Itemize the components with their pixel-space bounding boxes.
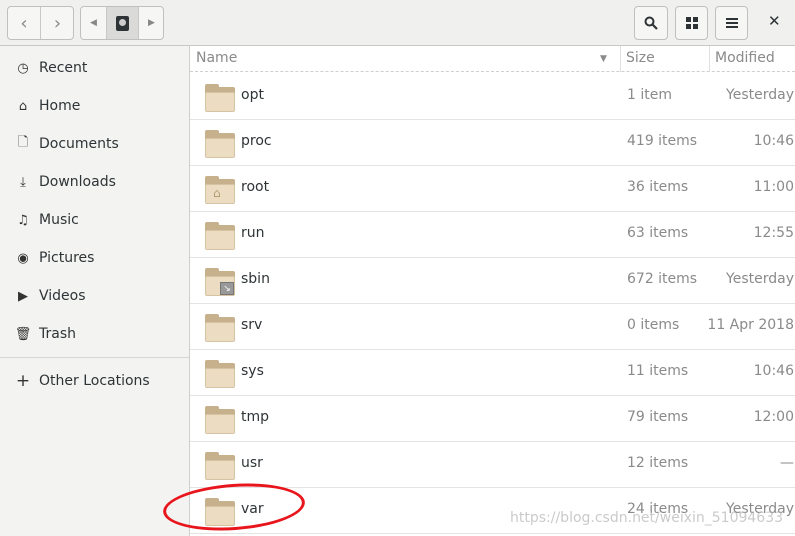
history-nav: ‹ › bbox=[7, 6, 74, 40]
path-right-arrow-icon[interactable]: ▶ bbox=[139, 7, 164, 39]
file-row[interactable]: ↘ sbin 672 items Yesterday bbox=[190, 258, 795, 304]
grid-icon bbox=[685, 17, 698, 29]
file-size: 0 items bbox=[627, 317, 680, 333]
file-modified: Yesterday bbox=[726, 87, 794, 103]
close-button[interactable]: ✕ bbox=[768, 12, 781, 30]
file-name: run bbox=[241, 225, 265, 241]
video-icon: ▶ bbox=[18, 288, 28, 304]
file-name: root bbox=[241, 179, 270, 195]
file-modified: 10:46 bbox=[753, 363, 794, 379]
sidebar-item-label: Home bbox=[39, 98, 81, 114]
sort-down-icon[interactable]: ▼ bbox=[600, 54, 607, 64]
file-modified: Yesterday bbox=[726, 271, 794, 287]
drive-icon bbox=[116, 15, 129, 31]
sidebar-item-home[interactable]: ⌂ Home bbox=[0, 88, 189, 124]
home-icon: ⌂ bbox=[18, 98, 28, 114]
folder-icon: ⌂ bbox=[205, 176, 235, 204]
sidebar-item-pictures[interactable]: ◉ Pictures bbox=[0, 240, 189, 276]
file-modified: 12:55 bbox=[753, 225, 794, 241]
view-toggle-button[interactable] bbox=[675, 6, 708, 40]
sidebar-item-label: Pictures bbox=[39, 250, 95, 266]
sidebar-item-other-locations[interactable]: + Other Locations bbox=[0, 363, 189, 399]
sidebar-item-recent[interactable]: ◷ Recent bbox=[0, 50, 189, 86]
sidebar-item-music[interactable]: ♫ Music bbox=[0, 202, 189, 238]
file-name: opt bbox=[241, 87, 264, 103]
file-name: srv bbox=[241, 317, 263, 333]
sidebar-item-label: Documents bbox=[39, 136, 119, 152]
back-button[interactable]: ‹ bbox=[8, 7, 41, 39]
folder-icon bbox=[205, 452, 235, 480]
sidebar-item-label: Music bbox=[39, 212, 79, 228]
search-icon bbox=[644, 16, 658, 30]
folder-icon bbox=[205, 406, 235, 434]
forward-button[interactable]: › bbox=[41, 7, 74, 39]
file-size: 79 items bbox=[627, 409, 689, 425]
sidebar-item-documents[interactable]: 🗋 Documents bbox=[0, 126, 189, 162]
file-row[interactable]: sys 11 items 10:46 bbox=[190, 350, 795, 396]
sidebar-item-label: Other Locations bbox=[39, 373, 150, 389]
file-modified: 11:00 bbox=[753, 179, 794, 195]
file-row[interactable]: run 63 items 12:55 bbox=[190, 212, 795, 258]
download-icon: ⤓ bbox=[20, 174, 26, 190]
symlink-emblem-icon: ↘ bbox=[220, 282, 234, 295]
folder-icon bbox=[205, 130, 235, 158]
hamburger-icon bbox=[725, 18, 738, 28]
file-row[interactable]: ⌂ root 36 items 11:00 bbox=[190, 166, 795, 212]
file-size: 63 items bbox=[627, 225, 689, 241]
file-size: 419 items bbox=[627, 133, 698, 149]
column-modified[interactable]: Modified bbox=[715, 50, 775, 66]
file-name: proc bbox=[241, 133, 272, 149]
sidebar-item-videos[interactable]: ▶ Videos bbox=[0, 278, 189, 314]
file-name: sys bbox=[241, 363, 264, 379]
sidebar-item-label: Videos bbox=[39, 288, 86, 304]
file-modified: 10:46 bbox=[753, 133, 794, 149]
column-size[interactable]: Size bbox=[626, 50, 655, 66]
file-modified: — bbox=[780, 455, 794, 471]
folder-icon bbox=[205, 314, 235, 342]
folder-icon bbox=[205, 84, 235, 112]
sidebar-item-trash[interactable]: 🗑 Trash bbox=[0, 316, 189, 352]
sidebar: ◷ Recent ⌂ Home 🗋 Documents ⤓ Downloads ♫ Mus… bbox=[0, 46, 190, 536]
sidebar-item-downloads[interactable]: ⤓ Downloads bbox=[0, 164, 189, 200]
path-root-button[interactable] bbox=[106, 7, 139, 39]
file-name: usr bbox=[241, 455, 263, 471]
file-size: 1 item bbox=[627, 87, 672, 103]
folder-icon bbox=[205, 222, 235, 250]
document-icon: 🗋 bbox=[17, 135, 29, 150]
column-name[interactable]: Name bbox=[196, 50, 237, 66]
file-name: sbin bbox=[241, 271, 270, 287]
file-row[interactable]: srv 0 items 11 Apr 2018 bbox=[190, 304, 795, 350]
path-bar: ◀ ▶ bbox=[80, 6, 164, 40]
plus-icon: + bbox=[15, 371, 31, 391]
file-row[interactable]: opt 1 item Yesterday bbox=[190, 74, 795, 120]
folder-icon bbox=[205, 360, 235, 388]
file-name: tmp bbox=[241, 409, 270, 425]
file-size: 36 items bbox=[627, 179, 689, 195]
file-row[interactable]: proc 419 items 10:46 bbox=[190, 120, 795, 166]
file-row[interactable]: tmp 79 items 12:00 bbox=[190, 396, 795, 442]
music-icon: ♫ bbox=[17, 212, 29, 228]
search-button[interactable] bbox=[634, 6, 668, 40]
sidebar-separator bbox=[0, 357, 189, 358]
trash-icon: 🗑 bbox=[14, 326, 32, 342]
watermark: https://blog.csdn.net/weixin_51094633 bbox=[510, 510, 784, 526]
file-row[interactable]: usr 12 items — bbox=[190, 442, 795, 488]
sidebar-item-label: Downloads bbox=[39, 174, 116, 190]
sidebar-item-label: Trash bbox=[39, 326, 76, 342]
menu-button[interactable] bbox=[715, 6, 748, 40]
file-modified: 12:00 bbox=[753, 409, 794, 425]
file-modified: 11 Apr 2018 bbox=[707, 317, 794, 333]
path-left-arrow-icon[interactable]: ◀ bbox=[81, 7, 106, 39]
column-header: Name ▼ Size Modified bbox=[190, 46, 795, 72]
camera-icon: ◉ bbox=[17, 250, 29, 266]
sidebar-item-label: Recent bbox=[39, 60, 88, 76]
folder-icon: ↘ bbox=[205, 268, 235, 296]
file-size: 12 items bbox=[627, 455, 689, 471]
header-bar: ‹ › ◀ ▶ ✕ bbox=[0, 0, 795, 46]
clock-icon: ◷ bbox=[17, 60, 29, 76]
file-size: 11 items bbox=[627, 363, 689, 379]
file-size: 672 items bbox=[627, 271, 698, 287]
home-emblem-icon: ⌂ bbox=[213, 186, 221, 200]
